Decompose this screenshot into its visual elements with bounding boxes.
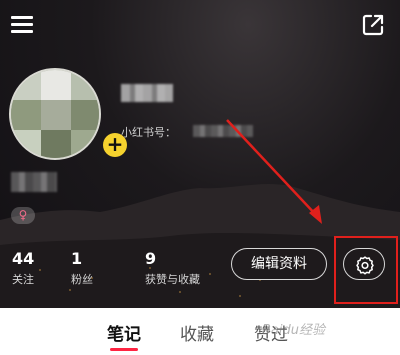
nickname-redacted (121, 84, 173, 102)
stat-following-label: 关注 (12, 273, 34, 286)
stat-followers-value: 1 (71, 249, 83, 268)
stat-following[interactable]: 44 关注 (12, 250, 34, 287)
stat-likes-label: 获赞与收藏 (145, 273, 200, 286)
settings-button[interactable] (343, 248, 385, 280)
avatar[interactable] (9, 68, 101, 160)
menu-icon[interactable] (11, 13, 35, 35)
share-icon[interactable] (361, 13, 385, 37)
watermark: Baidu经验 (262, 323, 325, 338)
redid-label: 小红书号： (121, 126, 176, 139)
tab-bar: 笔记 收藏 赞过 (0, 308, 400, 355)
tab-notes[interactable]: 笔记 (107, 320, 141, 345)
stat-following-value: 44 (12, 249, 35, 268)
stat-followers-label: 粉丝 (71, 273, 93, 286)
redid-value-redacted (193, 125, 253, 137)
stat-likes-collects[interactable]: 9 获赞与收藏 (145, 250, 200, 287)
stat-likes-value: 9 (145, 249, 157, 268)
mountain-background (0, 184, 400, 308)
tab-active-indicator (110, 348, 138, 351)
tab-collections[interactable]: 收藏 (180, 320, 214, 345)
female-icon: ♀ (11, 207, 35, 224)
bio-redacted (11, 172, 57, 192)
stat-followers[interactable]: 1 粉丝 (71, 250, 93, 287)
gear-icon (356, 256, 374, 275)
edit-profile-button[interactable]: 编辑资料 (231, 248, 327, 280)
